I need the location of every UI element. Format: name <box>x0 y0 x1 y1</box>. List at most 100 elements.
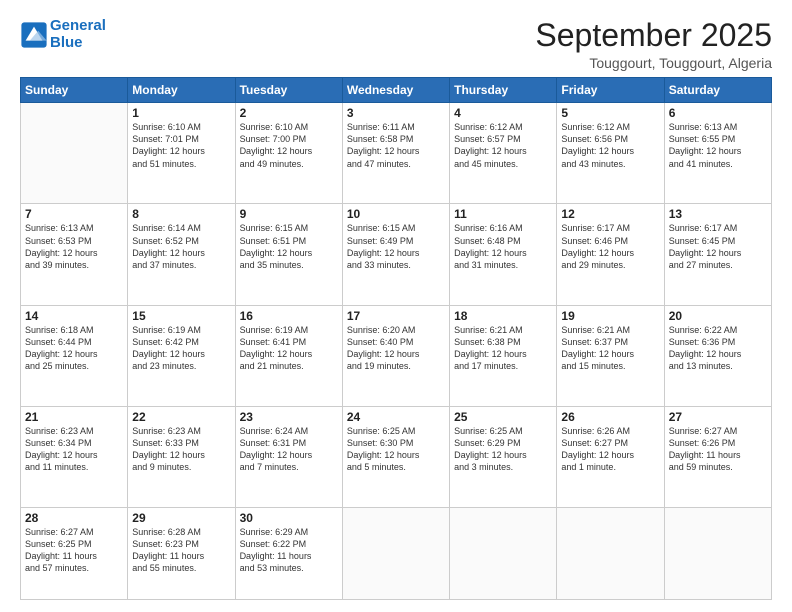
calendar-table: Sunday Monday Tuesday Wednesday Thursday… <box>20 77 772 600</box>
day-info: Sunrise: 6:27 AM Sunset: 6:25 PM Dayligh… <box>25 526 123 575</box>
table-row: 21Sunrise: 6:23 AM Sunset: 6:34 PM Dayli… <box>21 406 128 507</box>
day-info: Sunrise: 6:17 AM Sunset: 6:45 PM Dayligh… <box>669 222 767 271</box>
table-row: 3Sunrise: 6:11 AM Sunset: 6:58 PM Daylig… <box>342 103 449 204</box>
table-row: 9Sunrise: 6:15 AM Sunset: 6:51 PM Daylig… <box>235 204 342 305</box>
table-row: 19Sunrise: 6:21 AM Sunset: 6:37 PM Dayli… <box>557 305 664 406</box>
col-thursday: Thursday <box>450 78 557 103</box>
day-info: Sunrise: 6:26 AM Sunset: 6:27 PM Dayligh… <box>561 425 659 474</box>
day-info: Sunrise: 6:23 AM Sunset: 6:34 PM Dayligh… <box>25 425 123 474</box>
day-info: Sunrise: 6:14 AM Sunset: 6:52 PM Dayligh… <box>132 222 230 271</box>
day-number: 9 <box>240 207 338 221</box>
day-number: 1 <box>132 106 230 120</box>
table-row: 27Sunrise: 6:27 AM Sunset: 6:26 PM Dayli… <box>664 406 771 507</box>
day-number: 13 <box>669 207 767 221</box>
table-row: 16Sunrise: 6:19 AM Sunset: 6:41 PM Dayli… <box>235 305 342 406</box>
table-row <box>21 103 128 204</box>
table-row: 6Sunrise: 6:13 AM Sunset: 6:55 PM Daylig… <box>664 103 771 204</box>
col-friday: Friday <box>557 78 664 103</box>
day-info: Sunrise: 6:17 AM Sunset: 6:46 PM Dayligh… <box>561 222 659 271</box>
table-row: 30Sunrise: 6:29 AM Sunset: 6:22 PM Dayli… <box>235 507 342 599</box>
day-number: 3 <box>347 106 445 120</box>
table-row: 24Sunrise: 6:25 AM Sunset: 6:30 PM Dayli… <box>342 406 449 507</box>
table-row <box>664 507 771 599</box>
day-info: Sunrise: 6:27 AM Sunset: 6:26 PM Dayligh… <box>669 425 767 474</box>
day-number: 29 <box>132 511 230 525</box>
table-row: 26Sunrise: 6:26 AM Sunset: 6:27 PM Dayli… <box>557 406 664 507</box>
day-info: Sunrise: 6:15 AM Sunset: 6:49 PM Dayligh… <box>347 222 445 271</box>
day-number: 18 <box>454 309 552 323</box>
day-number: 14 <box>25 309 123 323</box>
day-info: Sunrise: 6:24 AM Sunset: 6:31 PM Dayligh… <box>240 425 338 474</box>
col-sunday: Sunday <box>21 78 128 103</box>
day-info: Sunrise: 6:19 AM Sunset: 6:42 PM Dayligh… <box>132 324 230 373</box>
col-monday: Monday <box>128 78 235 103</box>
day-number: 2 <box>240 106 338 120</box>
table-row: 17Sunrise: 6:20 AM Sunset: 6:40 PM Dayli… <box>342 305 449 406</box>
day-info: Sunrise: 6:12 AM Sunset: 6:56 PM Dayligh… <box>561 121 659 170</box>
table-row <box>557 507 664 599</box>
table-row: 1Sunrise: 6:10 AM Sunset: 7:01 PM Daylig… <box>128 103 235 204</box>
day-number: 5 <box>561 106 659 120</box>
table-row: 15Sunrise: 6:19 AM Sunset: 6:42 PM Dayli… <box>128 305 235 406</box>
day-number: 24 <box>347 410 445 424</box>
table-row: 10Sunrise: 6:15 AM Sunset: 6:49 PM Dayli… <box>342 204 449 305</box>
table-row: 28Sunrise: 6:27 AM Sunset: 6:25 PM Dayli… <box>21 507 128 599</box>
logo-line1: General <box>50 17 106 34</box>
table-row: 7Sunrise: 6:13 AM Sunset: 6:53 PM Daylig… <box>21 204 128 305</box>
day-info: Sunrise: 6:25 AM Sunset: 6:29 PM Dayligh… <box>454 425 552 474</box>
day-number: 6 <box>669 106 767 120</box>
logo-icon <box>20 21 48 49</box>
logo-line2: Blue <box>50 34 83 51</box>
day-info: Sunrise: 6:15 AM Sunset: 6:51 PM Dayligh… <box>240 222 338 271</box>
table-row: 2Sunrise: 6:10 AM Sunset: 7:00 PM Daylig… <box>235 103 342 204</box>
day-info: Sunrise: 6:13 AM Sunset: 6:55 PM Dayligh… <box>669 121 767 170</box>
day-info: Sunrise: 6:18 AM Sunset: 6:44 PM Dayligh… <box>25 324 123 373</box>
day-info: Sunrise: 6:20 AM Sunset: 6:40 PM Dayligh… <box>347 324 445 373</box>
col-saturday: Saturday <box>664 78 771 103</box>
table-row: 8Sunrise: 6:14 AM Sunset: 6:52 PM Daylig… <box>128 204 235 305</box>
day-info: Sunrise: 6:16 AM Sunset: 6:48 PM Dayligh… <box>454 222 552 271</box>
table-row: 12Sunrise: 6:17 AM Sunset: 6:46 PM Dayli… <box>557 204 664 305</box>
day-number: 25 <box>454 410 552 424</box>
day-info: Sunrise: 6:28 AM Sunset: 6:23 PM Dayligh… <box>132 526 230 575</box>
day-number: 16 <box>240 309 338 323</box>
table-row: 4Sunrise: 6:12 AM Sunset: 6:57 PM Daylig… <box>450 103 557 204</box>
day-number: 8 <box>132 207 230 221</box>
month-title: September 2025 <box>535 18 772 53</box>
day-number: 20 <box>669 309 767 323</box>
table-row <box>450 507 557 599</box>
title-area: September 2025 Touggourt, Touggourt, Alg… <box>535 18 772 71</box>
table-row: 11Sunrise: 6:16 AM Sunset: 6:48 PM Dayli… <box>450 204 557 305</box>
day-number: 23 <box>240 410 338 424</box>
day-number: 17 <box>347 309 445 323</box>
table-row: 20Sunrise: 6:22 AM Sunset: 6:36 PM Dayli… <box>664 305 771 406</box>
day-number: 10 <box>347 207 445 221</box>
page: General Blue September 2025 Touggourt, T… <box>0 0 792 612</box>
logo-text: General Blue <box>50 18 106 51</box>
day-info: Sunrise: 6:13 AM Sunset: 6:53 PM Dayligh… <box>25 222 123 271</box>
day-info: Sunrise: 6:21 AM Sunset: 6:37 PM Dayligh… <box>561 324 659 373</box>
day-number: 11 <box>454 207 552 221</box>
day-info: Sunrise: 6:29 AM Sunset: 6:22 PM Dayligh… <box>240 526 338 575</box>
table-row: 18Sunrise: 6:21 AM Sunset: 6:38 PM Dayli… <box>450 305 557 406</box>
day-info: Sunrise: 6:23 AM Sunset: 6:33 PM Dayligh… <box>132 425 230 474</box>
day-number: 15 <box>132 309 230 323</box>
table-row: 25Sunrise: 6:25 AM Sunset: 6:29 PM Dayli… <box>450 406 557 507</box>
day-info: Sunrise: 6:21 AM Sunset: 6:38 PM Dayligh… <box>454 324 552 373</box>
day-info: Sunrise: 6:10 AM Sunset: 7:00 PM Dayligh… <box>240 121 338 170</box>
col-wednesday: Wednesday <box>342 78 449 103</box>
day-number: 30 <box>240 511 338 525</box>
col-tuesday: Tuesday <box>235 78 342 103</box>
day-info: Sunrise: 6:25 AM Sunset: 6:30 PM Dayligh… <box>347 425 445 474</box>
table-row: 29Sunrise: 6:28 AM Sunset: 6:23 PM Dayli… <box>128 507 235 599</box>
table-row: 14Sunrise: 6:18 AM Sunset: 6:44 PM Dayli… <box>21 305 128 406</box>
logo: General Blue <box>20 18 106 51</box>
table-row: 22Sunrise: 6:23 AM Sunset: 6:33 PM Dayli… <box>128 406 235 507</box>
day-number: 22 <box>132 410 230 424</box>
day-info: Sunrise: 6:11 AM Sunset: 6:58 PM Dayligh… <box>347 121 445 170</box>
table-row: 23Sunrise: 6:24 AM Sunset: 6:31 PM Dayli… <box>235 406 342 507</box>
location-subtitle: Touggourt, Touggourt, Algeria <box>535 55 772 71</box>
day-number: 27 <box>669 410 767 424</box>
day-number: 26 <box>561 410 659 424</box>
calendar-header-row: Sunday Monday Tuesday Wednesday Thursday… <box>21 78 772 103</box>
